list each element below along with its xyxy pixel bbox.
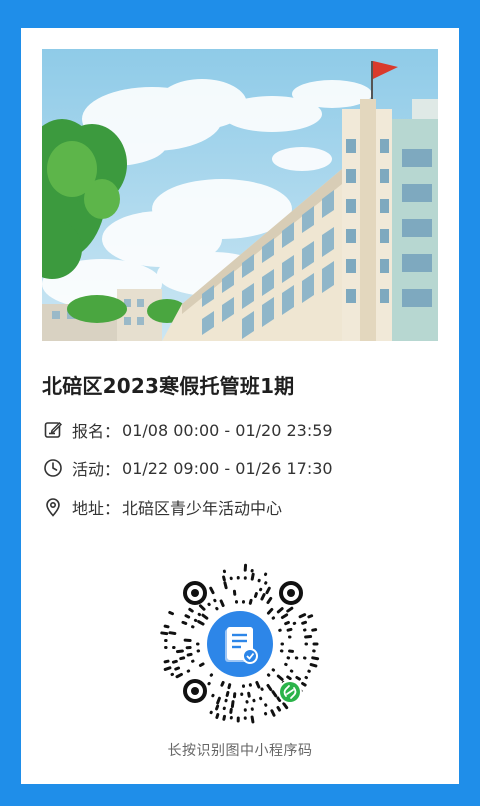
code-segment xyxy=(276,705,282,712)
code-segment xyxy=(295,676,301,681)
document-check-icon xyxy=(225,627,258,664)
clock-icon xyxy=(42,457,64,479)
code-segment xyxy=(184,614,191,619)
code-segment xyxy=(253,592,258,598)
event-card: 北碚区2023寒假托管班1期 报名： 01/08 00:00 - 01/20 2… xyxy=(21,28,459,784)
code-segment xyxy=(209,586,215,595)
code-segment xyxy=(286,627,293,632)
code-segment xyxy=(247,691,251,698)
code-segment xyxy=(230,700,235,709)
code-segment xyxy=(270,709,276,717)
mini-program-code[interactable] xyxy=(159,563,321,725)
code-segment xyxy=(286,606,294,613)
code-segment xyxy=(266,596,273,605)
code-segment xyxy=(175,649,184,654)
code-segment xyxy=(175,672,183,679)
code-segment xyxy=(284,620,290,626)
code-segment xyxy=(216,696,221,705)
code-segment xyxy=(219,599,225,608)
code-segment xyxy=(163,624,170,629)
activity-value: 01/22 09:00 - 01/26 17:30 xyxy=(122,458,333,478)
address-value: 北碚区青少年活动中心 xyxy=(122,499,283,518)
code-segment xyxy=(201,613,209,620)
code-segment xyxy=(168,610,174,616)
code-segment xyxy=(198,604,206,611)
activity-row: 活动： 01/22 09:00 - 01/26 17:30 xyxy=(42,455,333,481)
code-segment xyxy=(276,674,284,681)
mini-program-link-icon xyxy=(278,680,302,704)
registration-value: 01/08 00:00 - 01/20 23:59 xyxy=(122,420,333,440)
code-segment xyxy=(266,683,273,692)
code-segment xyxy=(307,614,314,619)
code-segment xyxy=(311,656,320,661)
code-segment xyxy=(276,607,284,614)
code-segment xyxy=(255,680,261,689)
code-segment xyxy=(280,613,289,620)
activity-label: 活动： xyxy=(72,460,121,479)
code-segment xyxy=(225,691,230,697)
code-segment xyxy=(276,696,282,702)
code-segment xyxy=(286,675,292,681)
code-segment xyxy=(163,659,170,664)
code-segment xyxy=(250,715,255,724)
code-segment xyxy=(174,666,181,671)
edit-note-icon xyxy=(42,419,64,441)
code-segment xyxy=(227,683,232,690)
code-segment xyxy=(271,690,278,698)
registration-row: 报名： 01/08 00:00 - 01/20 23:59 xyxy=(42,417,333,443)
code-segment xyxy=(309,663,318,668)
code-segment xyxy=(260,593,266,601)
code-segment xyxy=(160,631,169,636)
code-segment xyxy=(168,631,177,636)
address-row: 地址： 北碚区青少年活动中心 xyxy=(42,494,282,520)
location-pin-icon xyxy=(42,496,64,518)
code-segment xyxy=(222,575,226,582)
registration-label: 报名： xyxy=(72,422,121,441)
code-segment xyxy=(186,652,193,657)
code-segment xyxy=(265,586,271,595)
event-title: 北碚区2023寒假托管班1期 xyxy=(42,374,295,398)
code-segment xyxy=(181,620,188,625)
code-segment xyxy=(298,613,307,619)
code-segment xyxy=(248,598,253,605)
code-segment xyxy=(197,620,205,626)
code-segment xyxy=(171,659,178,664)
code-segment xyxy=(311,628,318,632)
code-segment xyxy=(198,662,205,667)
code-segment xyxy=(304,634,313,639)
code-segment xyxy=(163,666,172,671)
address-label: 地址： xyxy=(72,499,121,518)
school-building-illustration xyxy=(42,49,438,341)
code-segment xyxy=(179,656,186,661)
code-segment xyxy=(266,607,274,615)
code-segment xyxy=(220,680,225,687)
code-segment xyxy=(222,714,227,721)
code-segment xyxy=(215,713,220,719)
code-segment xyxy=(301,620,308,625)
code-segment xyxy=(188,607,194,613)
code-segment xyxy=(250,572,255,581)
code-segment xyxy=(223,581,228,590)
scan-hint: 长按识别图中小程序码 xyxy=(167,743,313,759)
code-segment xyxy=(301,681,307,687)
code-segment xyxy=(282,702,289,710)
code-segment xyxy=(215,704,220,711)
